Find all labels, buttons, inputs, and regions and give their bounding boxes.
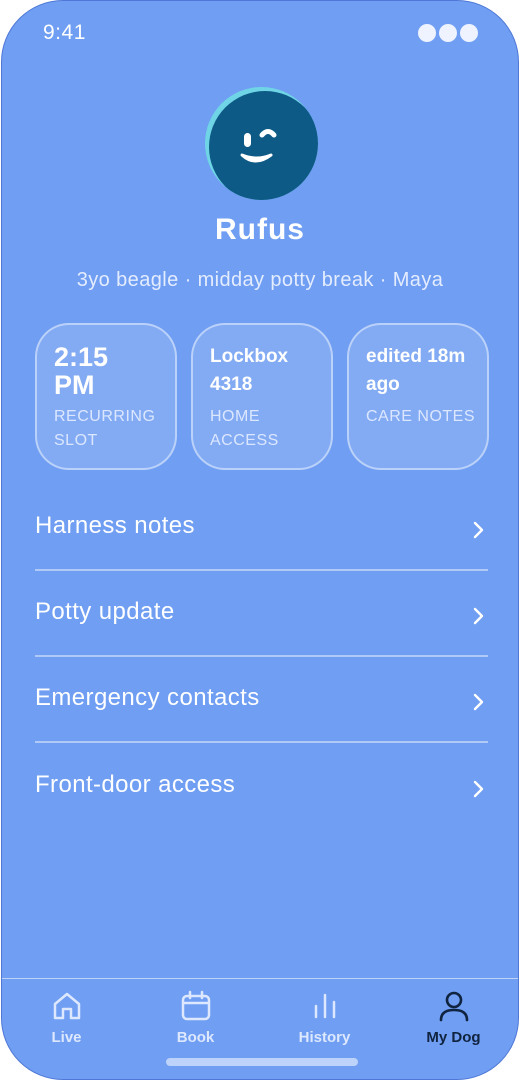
calendar-icon [181, 990, 210, 1021]
tile-home-access[interactable]: Lockbox 4318 HOME ACCESS [191, 323, 333, 470]
menu-item-emergency-contacts[interactable]: Emergency contacts [35, 657, 488, 743]
menu-item-label: Potty update [35, 598, 175, 625]
tab-live[interactable]: Live [2, 979, 131, 1079]
tab-label: My Dog [426, 1029, 481, 1046]
avatar[interactable] [205, 87, 318, 200]
tile-label: CARE NOTES [366, 408, 476, 425]
tile-label: HOME ACCESS [210, 408, 279, 449]
chevron-right-icon [473, 607, 484, 625]
person-icon [439, 991, 468, 1022]
home-icon [53, 992, 80, 1020]
chevron-right-icon [473, 521, 484, 539]
menu-item-potty-update[interactable]: Potty update [35, 571, 488, 657]
pet-subtitle: 3yo beagle · midday potty break · Maya [76, 269, 444, 291]
status-dot [418, 24, 436, 42]
chevron-right-icon [473, 780, 484, 798]
status-time: 9:41 [43, 21, 86, 44]
tab-label: Live [51, 1029, 82, 1046]
bar-chart-icon [314, 993, 335, 1019]
menu-item-label: Harness notes [35, 512, 195, 539]
settings-menu: Harness notes Potty update Emergency con… [35, 485, 488, 829]
status-indicator-icon [418, 24, 478, 42]
tab-my-dog[interactable]: My Dog [389, 979, 518, 1079]
chevron-right-icon [473, 693, 484, 711]
phone-frame: 9:41 Rufus 3yo beagle · midday potty bre… [1, 0, 519, 1080]
tile-value: 2:15 PM [54, 342, 109, 400]
tile-value: Lockbox 4318 [210, 346, 289, 395]
status-bar: 9:41 [2, 1, 518, 65]
menu-item-front-door-access[interactable]: Front-door access [35, 743, 488, 829]
info-tiles: 2:15 PM RECURRING SLOT Lockbox 4318 HOME… [35, 323, 489, 470]
winking-face-icon [209, 91, 318, 200]
tile-value: edited 18m ago [366, 346, 466, 395]
tab-label: History [298, 1029, 351, 1046]
status-dot [439, 24, 457, 42]
tile-label: RECURRING SLOT [54, 408, 156, 449]
home-indicator[interactable] [166, 1058, 358, 1066]
tab-label: Book [176, 1029, 215, 1046]
pet-name: Rufus [215, 213, 305, 246]
menu-item-harness-notes[interactable]: Harness notes [35, 485, 488, 571]
menu-item-label: Front-door access [35, 771, 236, 798]
status-dot [460, 24, 478, 42]
menu-item-label: Emergency contacts [35, 684, 260, 711]
tile-care-notes[interactable]: edited 18m ago CARE NOTES [347, 323, 489, 470]
tile-recurring-slot[interactable]: 2:15 PM RECURRING SLOT [35, 323, 177, 470]
